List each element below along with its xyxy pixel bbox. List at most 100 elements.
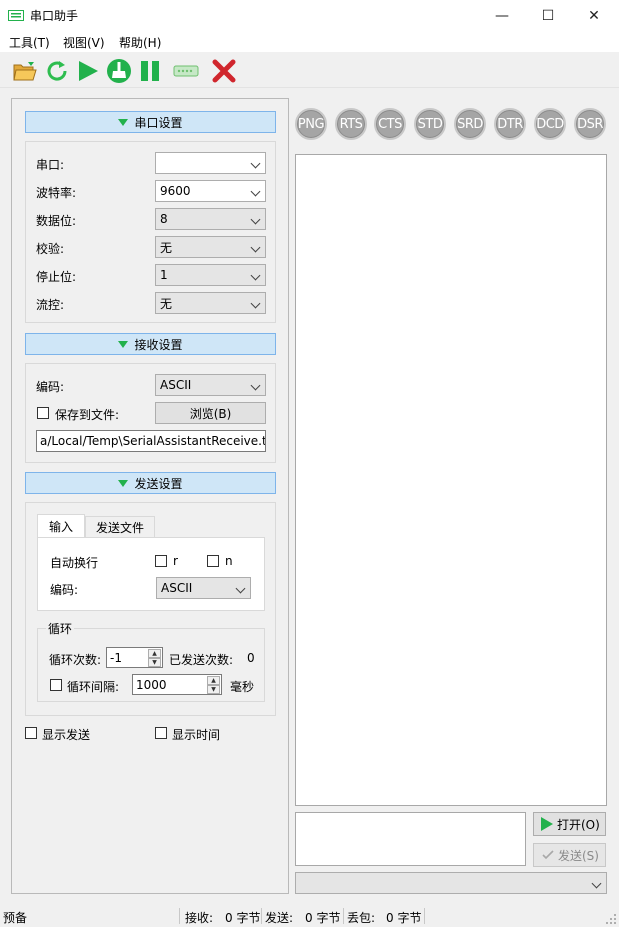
stopbits-select[interactable]: 1	[155, 264, 266, 286]
n-label: n	[225, 554, 233, 568]
maximize-button[interactable]: ☐	[525, 0, 571, 31]
maximize-icon: ☐	[541, 7, 555, 24]
show-send-checkbox[interactable]	[25, 727, 37, 739]
n-checkbox[interactable]	[207, 555, 219, 567]
loop-interval-value: 1000	[136, 677, 167, 692]
recv-count-label: 接收:	[185, 911, 214, 925]
spin-down-icon[interactable]: ▼	[148, 658, 161, 667]
app-icon	[8, 10, 24, 21]
chevron-down-icon	[250, 380, 261, 391]
serial-settings-header[interactable]: 串口设置	[25, 111, 276, 133]
receive-settings-header[interactable]: 接收设置	[25, 333, 276, 355]
lost-count-label: 丢包:	[347, 911, 376, 925]
send-input[interactable]	[295, 812, 526, 866]
status-divider	[343, 908, 344, 924]
save-to-file-checkbox[interactable]	[37, 407, 49, 419]
show-time-checkbox[interactable]	[155, 727, 167, 739]
recv-count-value: 0 字节	[225, 911, 261, 925]
status-divider	[424, 908, 425, 924]
send-button-label: 发送(S)	[558, 848, 599, 863]
port-icon[interactable]	[173, 58, 199, 84]
chevron-down-icon	[591, 878, 602, 889]
receive-text-area[interactable]	[295, 154, 607, 806]
parity-label: 校验:	[36, 242, 65, 256]
signal-dtr-indicator: DTR	[494, 108, 526, 140]
resize-grip-icon[interactable]	[605, 913, 617, 925]
triangle-down-icon	[118, 340, 129, 348]
signal-cts-indicator: CTS	[374, 108, 406, 140]
tab-input[interactable]: 输入	[37, 514, 85, 538]
send-settings-title: 发送设置	[134, 476, 183, 491]
close-port-icon[interactable]	[211, 58, 237, 84]
toolbar	[0, 52, 619, 88]
status-bar: 预备 接收: 0 字节 发送: 0 字节 丢包: 0 字节	[0, 905, 619, 927]
port-select[interactable]	[155, 152, 266, 174]
loop-group: 循环 循环次数: -1 ▲ ▼ 已发送次数: 0 循环间隔: 1000 ▲ ▼ …	[37, 620, 265, 702]
chevron-down-icon	[250, 214, 261, 225]
menu-help[interactable]: 帮助(H)	[119, 34, 161, 51]
browse-button[interactable]: 浏览(B)	[155, 402, 266, 424]
r-label: r	[173, 554, 178, 568]
loop-interval-checkbox[interactable]	[50, 679, 62, 691]
parity-value: 无	[160, 240, 173, 255]
send-icon	[542, 850, 554, 860]
databits-value: 8	[160, 212, 168, 226]
spin-down-icon[interactable]: ▼	[207, 685, 220, 694]
spin-up-icon[interactable]: ▲	[207, 676, 220, 685]
r-checkbox[interactable]	[155, 555, 167, 567]
menu-bar: 工具(T) 视图(V) 帮助(H)	[0, 31, 619, 52]
clear-icon[interactable]	[106, 58, 132, 84]
ms-label: 毫秒	[230, 680, 255, 694]
save-path-field[interactable]: a/Local/Temp\SerialAssistantReceive.txt	[36, 430, 266, 452]
lost-count-value: 0 字节	[386, 911, 422, 925]
minimize-button[interactable]: —	[479, 0, 525, 31]
loop-count-value: -1	[110, 650, 122, 665]
stopbits-label: 停止位:	[36, 270, 77, 284]
flow-value: 无	[160, 296, 173, 311]
sent-count-label: 已发送次数:	[169, 653, 234, 667]
start-icon[interactable]	[75, 58, 101, 84]
play-icon	[541, 817, 553, 831]
baud-value: 9600	[160, 184, 191, 198]
close-button[interactable]: ✕	[571, 0, 617, 31]
recv-encoding-value: ASCII	[160, 378, 192, 392]
signal-dsr-indicator: DSR	[574, 108, 606, 140]
loop-count-label: 循环次数:	[49, 653, 102, 667]
pause-icon[interactable]	[137, 58, 163, 84]
send-encoding-value: ASCII	[161, 581, 193, 595]
receive-settings-group: 编码: ASCII 保存到文件: 浏览(B) a/Local/Temp\Seri…	[25, 363, 276, 463]
send-count-value: 0 字节	[305, 911, 341, 925]
loop-interval-spinbox[interactable]: 1000 ▲ ▼	[132, 674, 222, 695]
send-settings-header[interactable]: 发送设置	[25, 472, 276, 494]
open-folder-icon[interactable]	[12, 58, 38, 84]
baud-select[interactable]: 9600	[155, 180, 266, 202]
receive-settings-title: 接收设置	[134, 337, 183, 352]
send-encoding-select[interactable]: ASCII	[156, 577, 251, 599]
stopbits-value: 1	[160, 268, 168, 282]
flow-select[interactable]: 无	[155, 292, 266, 314]
menu-view[interactable]: 视图(V)	[63, 34, 105, 51]
loop-count-spinbox[interactable]: -1 ▲ ▼	[106, 647, 163, 668]
save-to-file-label: 保存到文件:	[55, 408, 120, 422]
history-select[interactable]	[295, 872, 607, 894]
show-send-label: 显示发送	[42, 728, 91, 742]
signal-dcd-indicator: DCD	[534, 108, 566, 140]
spin-up-icon[interactable]: ▲	[148, 649, 161, 658]
window-title: 串口助手	[30, 9, 79, 23]
close-icon: ✕	[588, 7, 600, 24]
port-label: 串口:	[36, 158, 65, 172]
send-button[interactable]: 发送(S)	[533, 843, 606, 867]
send-count-label: 发送:	[265, 911, 294, 925]
chevron-down-icon	[250, 242, 261, 253]
refresh-icon[interactable]	[44, 58, 70, 84]
open-button[interactable]: 打开(O)	[533, 812, 606, 836]
recv-encoding-select[interactable]: ASCII	[155, 374, 266, 396]
databits-select[interactable]: 8	[155, 208, 266, 230]
menu-tools[interactable]: 工具(T)	[9, 34, 50, 51]
auto-newline-label: 自动换行	[50, 556, 99, 570]
send-encoding-label: 编码:	[50, 583, 79, 597]
save-path-value: a/Local/Temp\SerialAssistantReceive.txt	[40, 434, 266, 448]
loop-interval-label: 循环间隔:	[67, 680, 120, 694]
parity-select[interactable]: 无	[155, 236, 266, 258]
tab-send-file[interactable]: 发送文件	[85, 516, 155, 538]
